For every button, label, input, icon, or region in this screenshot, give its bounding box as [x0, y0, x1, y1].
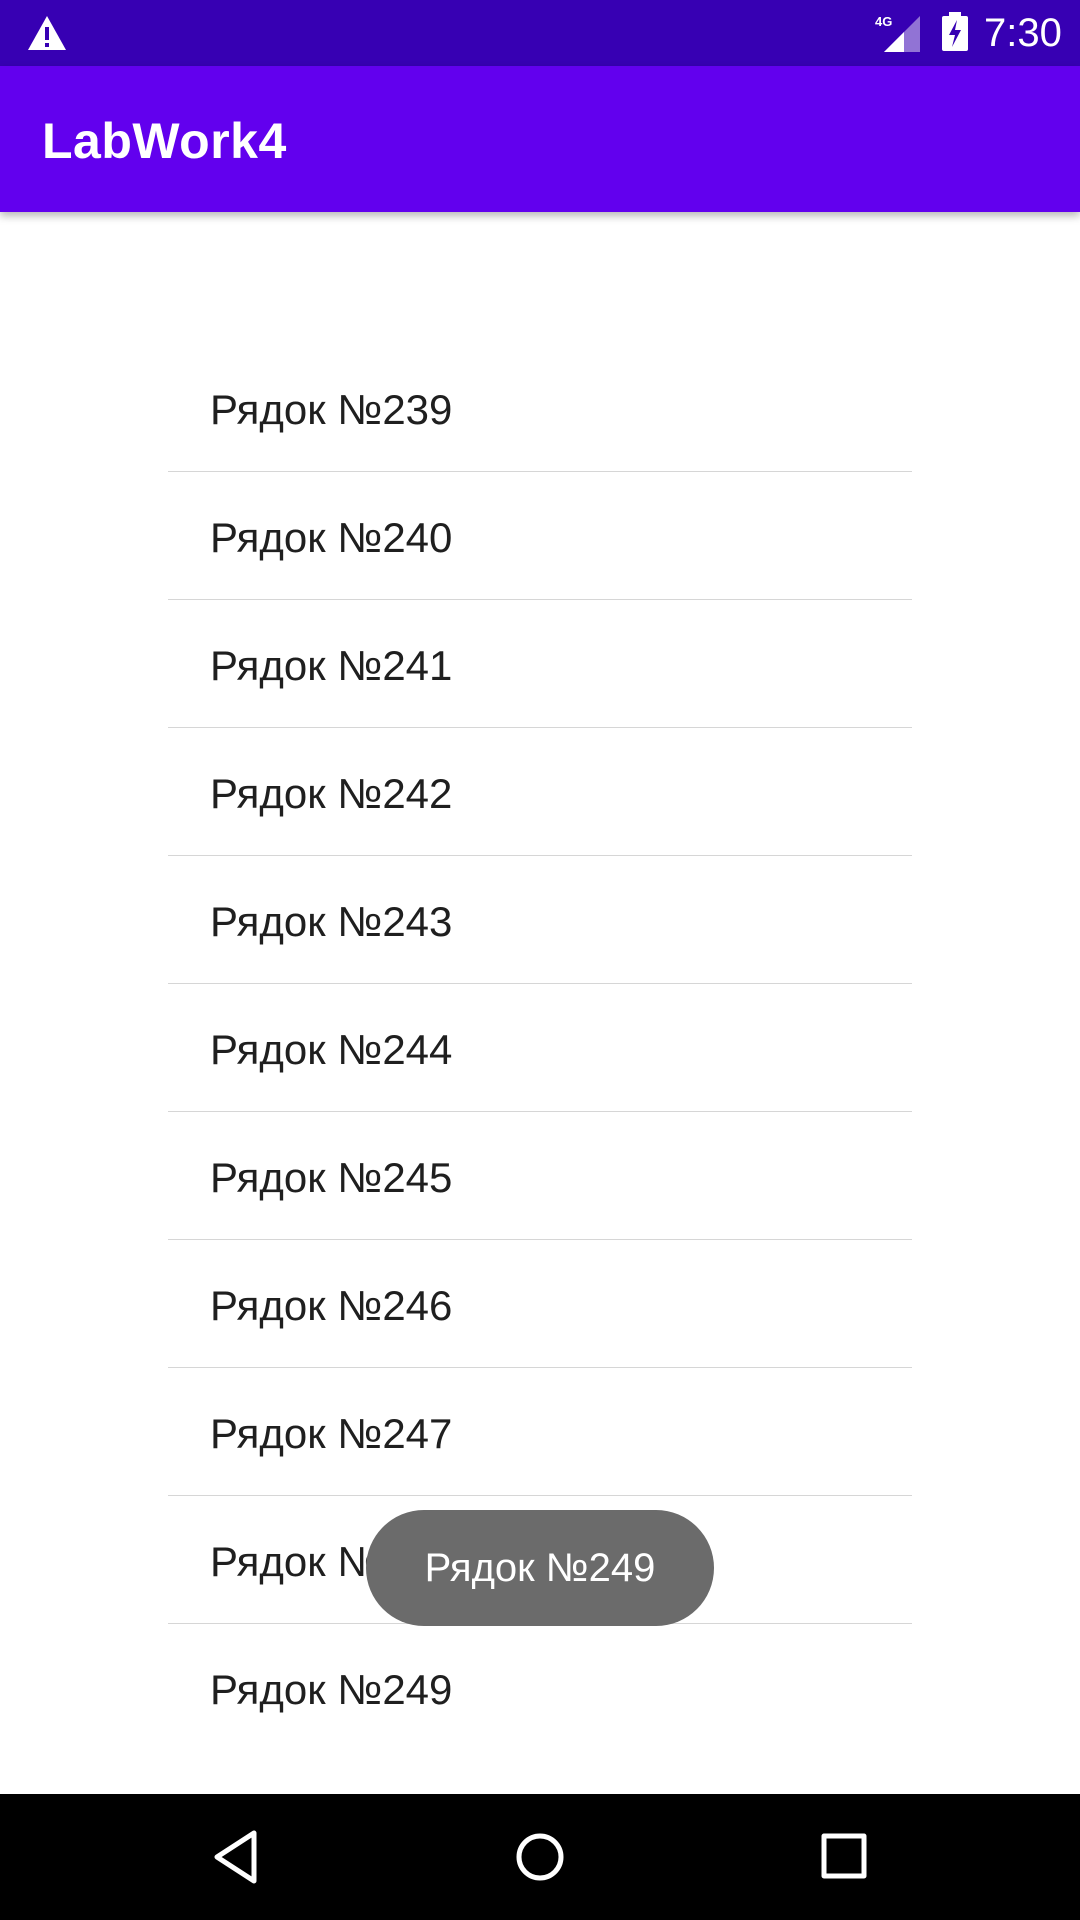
list-item-label: Рядок №243 — [210, 898, 453, 945]
back-icon[interactable] — [204, 1824, 270, 1890]
list-item[interactable]: Рядок №247 — [168, 1368, 912, 1496]
list-item[interactable]: Рядок №241 — [168, 600, 912, 728]
list-item[interactable]: Рядок №242 — [168, 728, 912, 856]
list-item[interactable]: Рядок №239 — [168, 344, 912, 472]
signal-icon: 4G — [875, 14, 920, 52]
status-bar: 4G 7:30 — [0, 0, 1080, 66]
list-item-label: Рядок №240 — [210, 514, 453, 561]
list-item-label: Рядок №241 — [210, 642, 453, 689]
list-item-label: Рядок №246 — [210, 1282, 453, 1329]
app-title: LabWork4 — [42, 113, 287, 169]
home-icon[interactable] — [507, 1824, 573, 1890]
battery-charging-icon — [942, 12, 968, 51]
list-item-label: Рядок №242 — [210, 770, 453, 817]
network-type-label: 4G — [875, 14, 892, 29]
list-item-label: Рядок №244 — [210, 1026, 453, 1073]
list-item[interactable]: Рядок №245 — [168, 1112, 912, 1240]
status-time: 7:30 — [984, 11, 1062, 55]
toast-message: Рядок №249 — [366, 1510, 714, 1626]
list-item[interactable]: Рядок №249 — [168, 1624, 912, 1751]
app-bar: LabWork4 — [0, 66, 1080, 212]
list-item[interactable]: Рядок №243 — [168, 856, 912, 984]
app-screen: 4G 7:30 LabWork4 Рядок №239 Рядок №240 Р… — [0, 0, 1080, 1920]
list-item[interactable]: Рядок №246 — [168, 1240, 912, 1368]
warning-icon — [28, 16, 66, 50]
list-item-label: Рядок №245 — [210, 1154, 453, 1201]
list-item[interactable]: Рядок №240 — [168, 472, 912, 600]
list-item-label: Рядок №239 — [210, 386, 453, 433]
list-item[interactable]: Рядок №244 — [168, 984, 912, 1112]
navigation-bar — [0, 1794, 1080, 1920]
list-item-label: Рядок №249 — [210, 1666, 453, 1713]
list-item-label: Рядок №247 — [210, 1410, 453, 1457]
recents-icon[interactable] — [812, 1824, 878, 1890]
